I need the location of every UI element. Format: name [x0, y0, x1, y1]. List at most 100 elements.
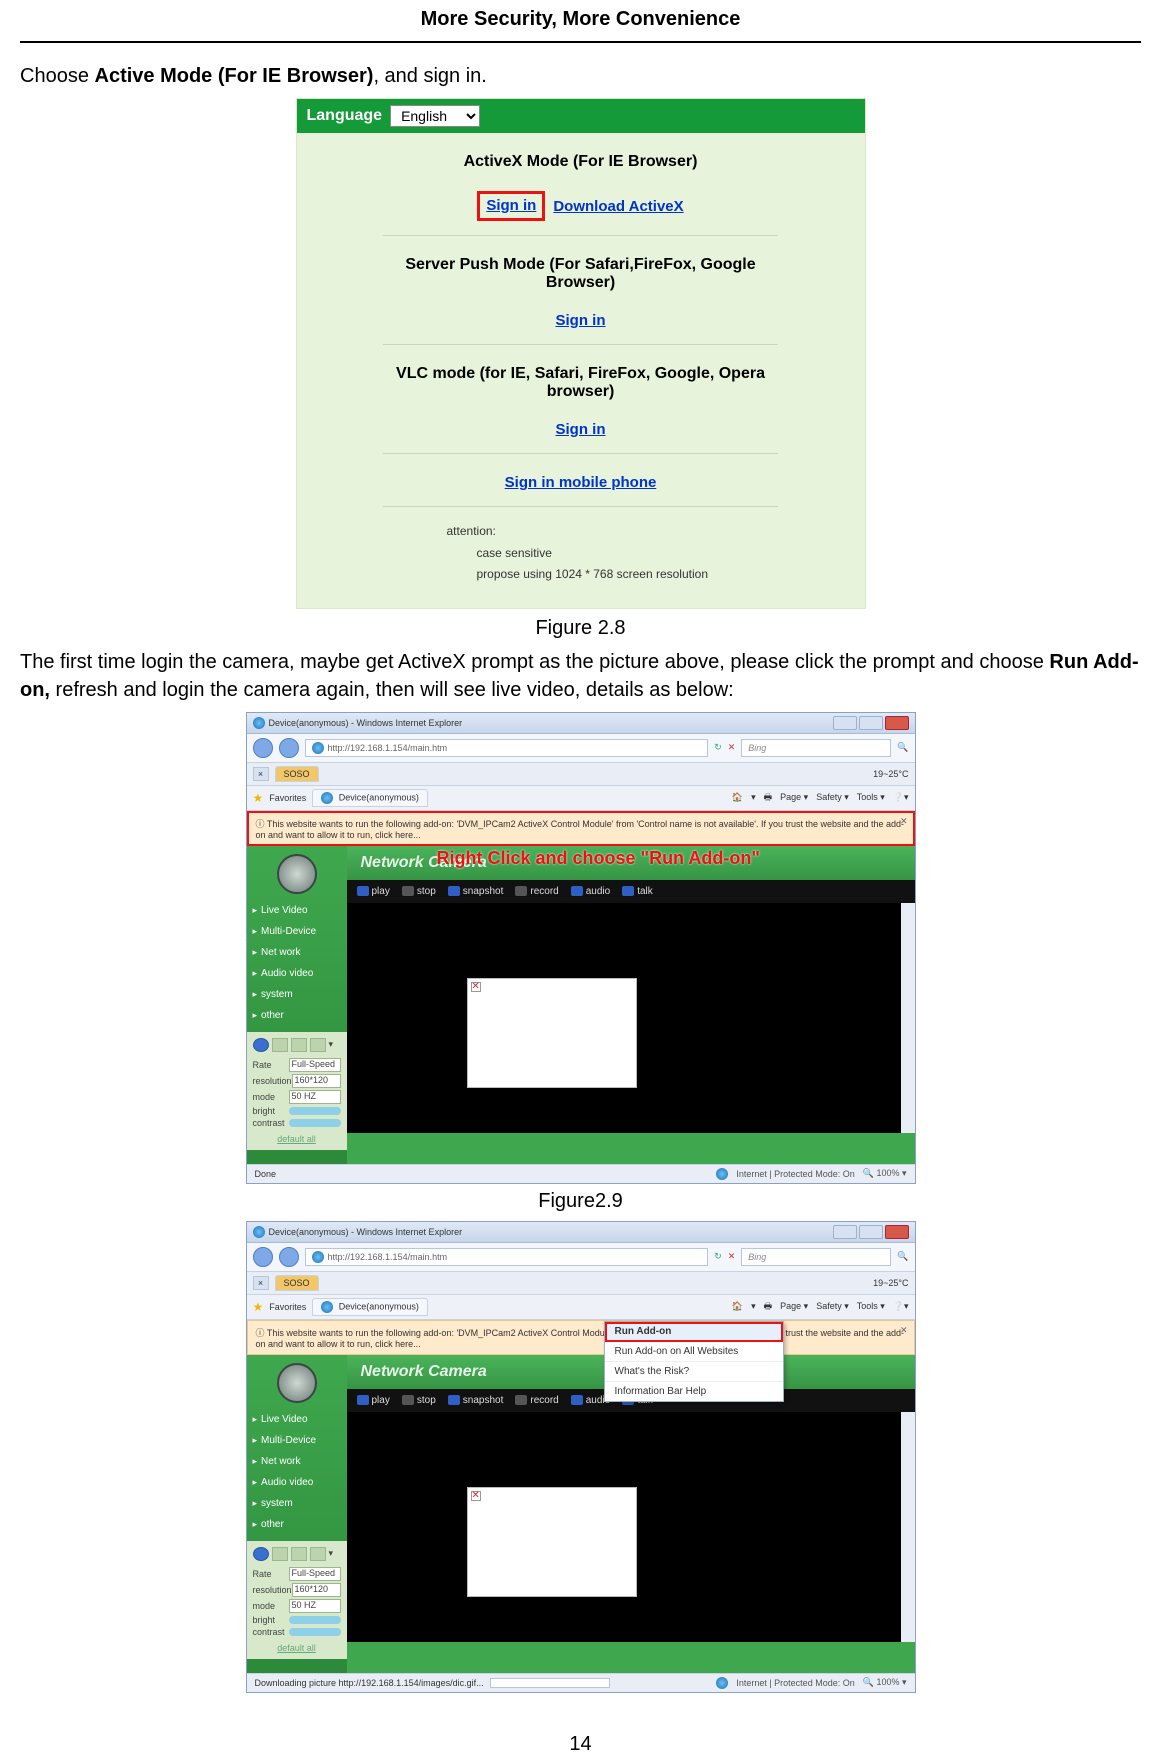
page-menu[interactable]: Page ▾: [780, 1301, 808, 1312]
feeds-icon[interactable]: ▾: [751, 792, 756, 803]
sidebar-item-live-video[interactable]: Live Video: [247, 900, 347, 921]
refresh-icon[interactable]: ↻: [714, 1251, 722, 1262]
minimize-button[interactable]: [833, 1225, 857, 1239]
record-button[interactable]: record: [515, 886, 558, 897]
play-button[interactable]: play: [357, 886, 390, 897]
info-bar-close-icon[interactable]: ✕: [900, 1325, 908, 1336]
close-button[interactable]: [885, 1225, 909, 1239]
rate-select[interactable]: Full-Speed: [289, 1567, 341, 1581]
default-all-link[interactable]: default all: [253, 1643, 341, 1653]
layout-icon[interactable]: [291, 1547, 307, 1561]
mode-select[interactable]: 50 HZ: [289, 1090, 341, 1104]
search-field[interactable]: Bing: [741, 739, 891, 757]
bright-slider[interactable]: [289, 1107, 341, 1115]
sidebar-item-audio-video[interactable]: Audio video: [247, 1472, 347, 1493]
safety-menu[interactable]: Safety ▾: [816, 1301, 849, 1312]
mobile-sign-in-link[interactable]: Sign in mobile phone: [505, 474, 657, 491]
refresh-icon[interactable]: ↻: [714, 742, 722, 753]
back-button[interactable]: [253, 1247, 273, 1267]
server-push-sign-in-link[interactable]: Sign in: [556, 312, 606, 329]
close-tab-icon[interactable]: ×: [253, 1276, 269, 1290]
ptz-center-icon[interactable]: [253, 1547, 269, 1561]
close-tab-icon[interactable]: ×: [253, 767, 269, 781]
layout-icon[interactable]: [310, 1547, 326, 1561]
run-addon-menu-item[interactable]: Run Add-on: [605, 1322, 783, 1342]
sidebar-item-audio-video[interactable]: Audio video: [247, 963, 347, 984]
activex-info-bar[interactable]: ⓘ This website wants to run the followin…: [247, 811, 915, 846]
minimize-button[interactable]: [833, 716, 857, 730]
record-button[interactable]: record: [515, 1395, 558, 1406]
url-field[interactable]: http://192.168.1.154/main.htm: [305, 1248, 709, 1266]
chevron-down-icon[interactable]: ▾: [329, 1548, 334, 1559]
feeds-icon[interactable]: ▾: [751, 1301, 756, 1312]
stop-icon[interactable]: ✕: [728, 742, 736, 753]
talk-button[interactable]: talk: [622, 886, 653, 897]
whats-the-risk-menu-item[interactable]: What's the Risk?: [605, 1362, 783, 1382]
tools-menu[interactable]: Tools ▾: [857, 1301, 885, 1312]
activex-sign-in-link[interactable]: Sign in: [486, 197, 536, 214]
ptz-icon[interactable]: [272, 1547, 288, 1561]
snapshot-button[interactable]: snapshot: [448, 886, 504, 897]
audio-button[interactable]: audio: [571, 886, 610, 897]
sidebar-item-system[interactable]: system: [247, 984, 347, 1005]
snapshot-button[interactable]: snapshot: [448, 1395, 504, 1406]
sidebar-item-multi-device[interactable]: Multi-Device: [247, 1430, 347, 1451]
activex-info-bar[interactable]: ⓘ This website wants to run the followin…: [247, 1320, 915, 1355]
sidebar-item-network[interactable]: Net work: [247, 942, 347, 963]
resolution-select[interactable]: 160*120: [292, 1074, 341, 1088]
home-icon[interactable]: 🏠: [732, 792, 743, 803]
sidebar-item-live-video[interactable]: Live Video: [247, 1409, 347, 1430]
zoom-control[interactable]: 🔍 100% ▾: [863, 1168, 907, 1179]
sidebar-item-system[interactable]: system: [247, 1493, 347, 1514]
run-addon-all-menu-item[interactable]: Run Add-on on All Websites: [605, 1342, 783, 1362]
play-button[interactable]: play: [357, 1395, 390, 1406]
rate-select[interactable]: Full-Speed: [289, 1058, 341, 1072]
sidebar-item-other[interactable]: other: [247, 1514, 347, 1535]
language-select[interactable]: English: [390, 105, 480, 127]
layout-icon[interactable]: [291, 1038, 307, 1052]
sidebar-item-multi-device[interactable]: Multi-Device: [247, 921, 347, 942]
stop-button[interactable]: stop: [402, 1395, 436, 1406]
default-all-link[interactable]: default all: [253, 1134, 341, 1144]
contrast-slider[interactable]: [289, 1628, 341, 1636]
help-icon[interactable]: ❔▾: [893, 1301, 909, 1312]
back-button[interactable]: [253, 738, 273, 758]
resolution-select[interactable]: 160*120: [292, 1583, 341, 1597]
home-icon[interactable]: 🏠: [732, 1301, 743, 1312]
info-bar-close-icon[interactable]: ✕: [900, 816, 908, 827]
mode-select[interactable]: 50 HZ: [289, 1599, 341, 1613]
ptz-center-icon[interactable]: [253, 1038, 269, 1052]
search-icon[interactable]: 🔍: [897, 1251, 908, 1262]
search-icon[interactable]: 🔍: [897, 742, 908, 753]
tools-menu[interactable]: Tools ▾: [857, 792, 885, 803]
page-tab[interactable]: Device(anonymous): [312, 789, 428, 807]
safety-menu[interactable]: Safety ▾: [816, 792, 849, 803]
soso-tab[interactable]: SOSO: [275, 1275, 319, 1291]
vlc-sign-in-link[interactable]: Sign in: [556, 421, 606, 438]
ptz-icon[interactable]: [272, 1038, 288, 1052]
url-field[interactable]: http://192.168.1.154/main.htm: [305, 739, 709, 757]
search-field[interactable]: Bing: [741, 1248, 891, 1266]
stop-button[interactable]: stop: [402, 886, 436, 897]
forward-button[interactable]: [279, 1247, 299, 1267]
page-tab[interactable]: Device(anonymous): [312, 1298, 428, 1316]
print-icon[interactable]: 🖶: [764, 790, 773, 806]
favorites-star-icon[interactable]: ★: [253, 1300, 264, 1314]
bright-slider[interactable]: [289, 1616, 341, 1624]
info-bar-help-menu-item[interactable]: Information Bar Help: [605, 1382, 783, 1401]
stop-icon[interactable]: ✕: [728, 1251, 736, 1262]
chevron-down-icon[interactable]: ▾: [329, 1039, 334, 1050]
soso-tab[interactable]: SOSO: [275, 766, 319, 782]
help-icon[interactable]: ❔▾: [893, 792, 909, 803]
print-icon[interactable]: 🖶: [764, 1299, 773, 1315]
zoom-control[interactable]: 🔍 100% ▾: [863, 1677, 907, 1688]
sidebar-item-network[interactable]: Net work: [247, 1451, 347, 1472]
download-activex-link[interactable]: Download ActiveX: [553, 198, 683, 215]
favorites-star-icon[interactable]: ★: [253, 791, 264, 805]
maximize-button[interactable]: [859, 1225, 883, 1239]
layout-icon[interactable]: [310, 1038, 326, 1052]
forward-button[interactable]: [279, 738, 299, 758]
page-menu[interactable]: Page ▾: [780, 792, 808, 803]
close-button[interactable]: [885, 716, 909, 730]
maximize-button[interactable]: [859, 716, 883, 730]
